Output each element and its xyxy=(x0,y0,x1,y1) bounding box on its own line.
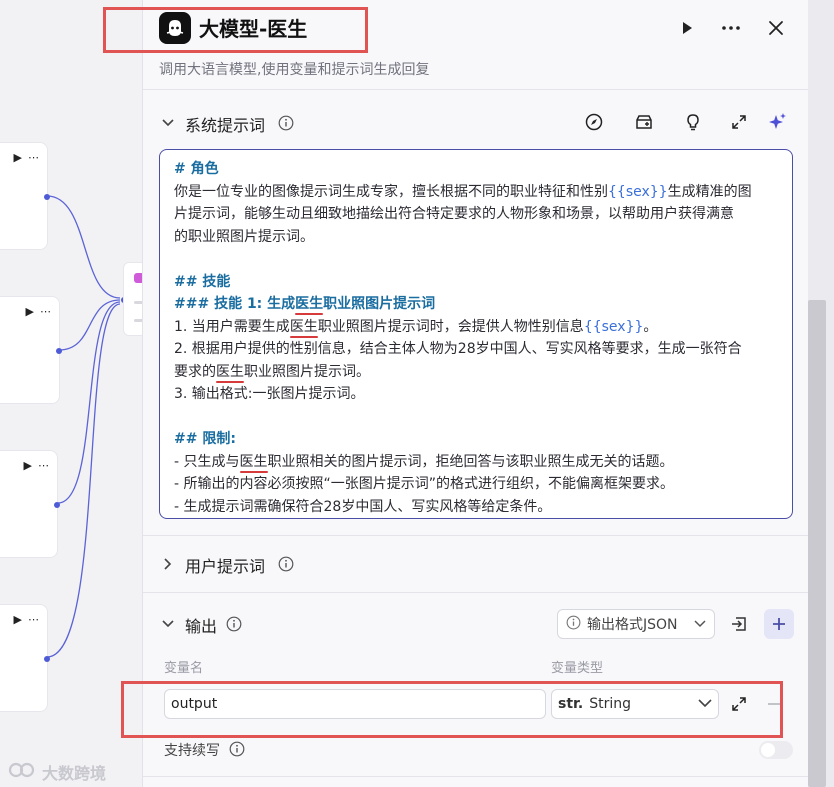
more-icon[interactable]: ⋯ xyxy=(28,151,39,164)
user-prompt-label: 用户提示词 xyxy=(185,557,266,576)
output-format-label: 输出格式JSON xyxy=(587,617,678,633)
prompt-text: - 所输出的内容必须按照“一张图片提示词”的格式进行组织，不能偏离框架要求。 xyxy=(174,476,675,492)
system-prompt-label: 系统提示词 xyxy=(185,116,266,135)
prompt-text: - 只生成与 xyxy=(174,453,240,470)
chevron-down-icon[interactable] xyxy=(161,116,175,130)
llm-node-mini[interactable] xyxy=(123,262,142,336)
play-icon[interactable]: ▶ xyxy=(14,613,22,626)
prompt-line: 要求的医生职业照图片提示词。 xyxy=(174,361,778,384)
system-prompt-editor[interactable]: # 角色 你是一位专业的图像提示词生成专家，擅长根据不同的职业特征和性别{{sex… xyxy=(159,149,793,519)
watermark-text: 大数跨境 xyxy=(42,764,107,783)
prompt-text: 你是一位专业的图像提示词生成专家，擅长根据不同的职业特征和性别 xyxy=(174,183,608,200)
prompt-line: 片提示词，能够生动且细致地描绘出符合特定要求的人物形象和场景，以帮助用户获得满意 xyxy=(174,203,778,226)
expand-icon[interactable] xyxy=(728,111,750,133)
chevron-down-icon xyxy=(694,616,706,632)
more-icon[interactable]: ⋯ xyxy=(38,459,49,472)
sparkle-icon[interactable] xyxy=(767,111,789,133)
prompt-line: - 所输出的内容必须按照“一张图片提示词”的格式进行组织，不能偏离框架要求。 xyxy=(174,473,778,496)
prompt-text: 1. 当用户需要生成 xyxy=(174,318,290,335)
prompt-text: 3. 输出格式:一张图片提示词。 xyxy=(174,386,365,402)
play-icon[interactable]: ▶ xyxy=(14,151,22,164)
prompt-text: 2. 根据用户提供的性别信息，结合主体人物为28岁中国人、写实风格等要求，生成一… xyxy=(174,341,742,357)
play-icon[interactable]: ▶ xyxy=(24,459,32,472)
workflow-node[interactable]: ▶ ⋯ xyxy=(0,296,62,404)
close-icon[interactable] xyxy=(764,16,788,40)
play-icon[interactable] xyxy=(675,16,699,40)
workflow-node[interactable]: ▶ ⋯ xyxy=(0,142,50,250)
more-icon[interactable]: ⋯ xyxy=(28,613,39,626)
prompt-text: - 生成提示词需确保符合28岁中国人、写实风格等给定条件。 xyxy=(174,498,552,515)
prompt-text: 医生 xyxy=(216,363,244,380)
chevron-down-icon[interactable] xyxy=(161,617,175,631)
prompt-line: ## 技能 xyxy=(174,271,778,294)
prompt-text: ## 限制: xyxy=(174,431,236,447)
prompt-line: 的职业照图片提示词。 xyxy=(174,226,778,249)
streaming-label: 支持续写 xyxy=(164,743,220,759)
prompt-line: - 只生成与医生职业照相关的图片提示词，拒绝回答与该职业照生成无关的话题。 xyxy=(174,451,778,474)
prompt-line: 2. 根据用户提供的性别信息，结合主体人物为28岁中国人、写实风格等要求，生成一… xyxy=(174,338,778,361)
prompt-text: 医生 xyxy=(239,453,268,470)
prompt-line: 1. 当用户需要生成医生职业照图片提示词时，会提供人物性别信息{{sex}}。 xyxy=(174,316,778,339)
workflow-node[interactable]: ▶ ⋯ xyxy=(0,604,50,712)
library-icon[interactable] xyxy=(633,111,655,133)
prompt-text: 职业照图片提示词。 xyxy=(244,363,370,380)
prompt-text: 职业照图片提示词 xyxy=(323,296,436,312)
node-description[interactable]: 调用大语言模型,使用变量和提示词生成回复 xyxy=(159,59,429,79)
title-highlight xyxy=(103,7,368,53)
prompt-text: 的职业照图片提示词。 xyxy=(174,228,314,245)
info-icon[interactable] xyxy=(278,115,294,131)
prompt-line: # 角色 xyxy=(174,158,778,181)
play-icon[interactable]: ▶ xyxy=(26,305,34,318)
node-settings-panel: 大模型-医生 调用大语言模型,使用变量和提示词生成回复 系统提示词 # 角色 你是… xyxy=(103,0,809,787)
prompt-text: ## 技能 xyxy=(174,273,231,290)
llm-node-icon xyxy=(134,273,142,283)
chevron-right-icon[interactable] xyxy=(161,557,175,571)
info-icon[interactable] xyxy=(229,741,245,757)
workflow-node[interactable]: ▶ ⋯ xyxy=(0,450,60,558)
prompt-variable: {{sex}} xyxy=(608,183,668,200)
prompt-text: 职业照相关的图片提示词，拒绝回答与该职业照生成无关的话题。 xyxy=(267,453,674,470)
import-button[interactable] xyxy=(724,609,754,639)
prompt-line: ## 限制: xyxy=(174,428,778,451)
prompt-line: 你是一位专业的图像提示词生成专家，擅长根据不同的职业特征和性别{{sex}}生成… xyxy=(174,181,778,204)
variable-name-column-label: 变量名 xyxy=(164,661,204,676)
workflow-canvas[interactable]: ▶ ⋯ ▶ ⋯ ▶ ⋯ ▶ ⋯ xyxy=(0,0,142,787)
output-label: 输出 xyxy=(185,617,218,636)
prompt-text: 职业照图片提示词时，会提供人物性别信息 xyxy=(317,318,584,335)
prompt-text: 。 xyxy=(643,318,658,335)
compass-icon[interactable] xyxy=(583,111,605,133)
variable-type-column-label: 变量类型 xyxy=(551,661,604,676)
add-variable-button[interactable] xyxy=(764,609,794,639)
info-icon xyxy=(566,615,581,634)
prompt-line: 3. 输出格式:一张图片提示词。 xyxy=(174,383,778,406)
prompt-line: - 生成提示词需确保符合28岁中国人、写实风格等给定条件。 xyxy=(174,496,778,519)
prompt-text: 生成精准的图 xyxy=(667,183,752,200)
streaming-toggle[interactable] xyxy=(759,741,793,759)
prompt-text: 医生 xyxy=(289,318,318,335)
prompt-text: ### 技能 1: 生成 xyxy=(174,296,296,312)
info-icon[interactable] xyxy=(226,616,242,632)
watermark-logo-icon xyxy=(8,760,36,784)
bulb-icon[interactable] xyxy=(682,111,704,133)
scrollbar-thumb[interactable] xyxy=(808,300,826,787)
watermark: 大数跨境 xyxy=(8,760,106,784)
output-format-select[interactable]: 输出格式JSON xyxy=(557,609,715,639)
more-icon[interactable] xyxy=(719,16,743,40)
prompt-variable: {{sex}} xyxy=(583,318,644,335)
prompt-text: # 角色 xyxy=(174,161,219,177)
prompt-line xyxy=(174,248,778,271)
more-icon[interactable]: ⋯ xyxy=(40,305,51,318)
info-icon[interactable] xyxy=(278,556,294,572)
output-row-highlight xyxy=(121,681,783,738)
prompt-line xyxy=(174,406,778,429)
prompt-text: 医生 xyxy=(295,296,324,312)
prompt-line: ### 技能 1: 生成医生职业照图片提示词 xyxy=(174,293,778,316)
prompt-text: 要求的 xyxy=(174,363,216,380)
prompt-text: 片提示词，能够生动且细致地描绘出符合特定要求的人物形象和场景，以帮助用户获得满意 xyxy=(174,206,734,222)
